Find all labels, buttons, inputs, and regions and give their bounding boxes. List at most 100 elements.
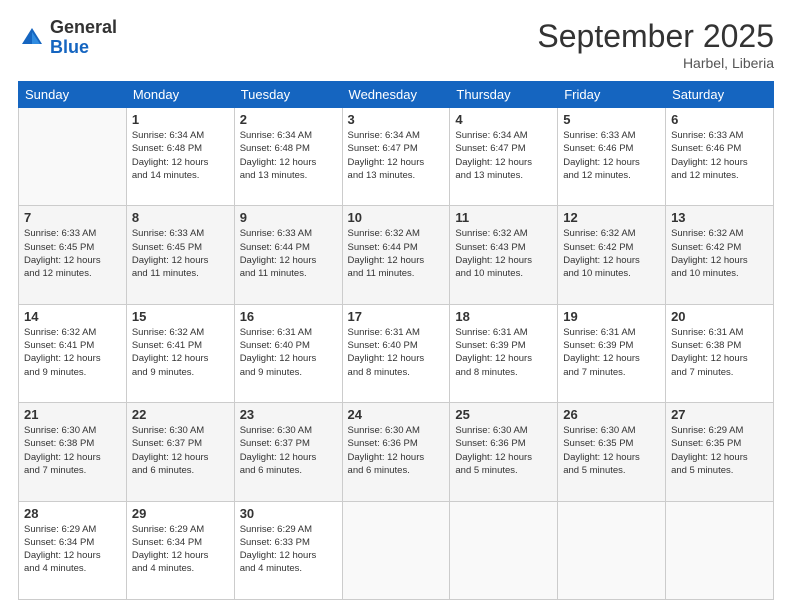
- day-number: 23: [240, 407, 337, 422]
- day-number: 11: [455, 210, 552, 225]
- day-number: 8: [132, 210, 229, 225]
- calendar-header-row: SundayMondayTuesdayWednesdayThursdayFrid…: [19, 82, 774, 108]
- day-info: Sunrise: 6:34 AMSunset: 6:47 PMDaylight:…: [348, 129, 445, 182]
- calendar-cell: 24 Sunrise: 6:30 AMSunset: 6:36 PMDayligh…: [342, 403, 450, 501]
- calendar-week-row: 1Sunrise: 6:34 AMSunset: 6:48 PMDaylight…: [19, 108, 774, 206]
- calendar-header-tuesday: Tuesday: [234, 82, 342, 108]
- day-number: 20: [671, 309, 768, 324]
- day-info: Sunrise: 6:33 AMSunset: 6:45 PMDaylight:…: [132, 227, 229, 280]
- calendar-cell: 17 Sunrise: 6:31 AMSunset: 6:40 PMDayligh…: [342, 304, 450, 402]
- day-info: Sunrise: 6:30 AMSunset: 6:37 PMDaylight:…: [240, 424, 337, 477]
- day-number: 13: [671, 210, 768, 225]
- calendar-week-row: 21Sunrise: 6:30 AMSunset: 6:38 PMDayligh…: [19, 403, 774, 501]
- day-number: 1: [132, 112, 229, 127]
- day-number: 16: [240, 309, 337, 324]
- day-info: Sunrise: 6:32 AMSunset: 6:43 PMDaylight:…: [455, 227, 552, 280]
- day-info: Sunrise: 6:31 AMSunset: 6:39 PMDaylight:…: [455, 326, 552, 379]
- day-info: Sunrise: 6:31 AMSunset: 6:40 PMDaylight:…: [348, 326, 445, 379]
- calendar-cell: [558, 501, 666, 599]
- calendar-cell: 8 Sunrise: 6:33 AMSunset: 6:45 PMDaylight…: [126, 206, 234, 304]
- calendar-header-monday: Monday: [126, 82, 234, 108]
- day-number: 2: [240, 112, 337, 127]
- day-info: Sunrise: 6:30 AMSunset: 6:36 PMDaylight:…: [348, 424, 445, 477]
- day-number: 5: [563, 112, 660, 127]
- day-number: 10: [348, 210, 445, 225]
- month-title: September 2025: [537, 18, 774, 55]
- calendar-week-row: 7 Sunrise: 6:33 AMSunset: 6:45 PMDaylight…: [19, 206, 774, 304]
- header: General Blue September 2025 Harbel, Libe…: [18, 18, 774, 71]
- day-number: 30: [240, 506, 337, 521]
- location: Harbel, Liberia: [537, 55, 774, 71]
- calendar-cell: [342, 501, 450, 599]
- logo-general: General: [50, 18, 117, 38]
- calendar-cell: [666, 501, 774, 599]
- day-number: 6: [671, 112, 768, 127]
- logo-icon: [18, 24, 46, 52]
- day-info: Sunrise: 6:30 AMSunset: 6:37 PMDaylight:…: [132, 424, 229, 477]
- day-number: 17: [348, 309, 445, 324]
- calendar-cell: 12Sunrise: 6:32 AMSunset: 6:42 PMDayligh…: [558, 206, 666, 304]
- calendar-cell: 22Sunrise: 6:30 AMSunset: 6:37 PMDayligh…: [126, 403, 234, 501]
- page: General Blue September 2025 Harbel, Libe…: [0, 0, 792, 612]
- calendar-cell: 29 Sunrise: 6:29 AMSunset: 6:34 PMDayligh…: [126, 501, 234, 599]
- calendar-cell: 1Sunrise: 6:34 AMSunset: 6:48 PMDaylight…: [126, 108, 234, 206]
- calendar-cell: 5 Sunrise: 6:33 AMSunset: 6:46 PMDaylight…: [558, 108, 666, 206]
- calendar-cell: 13 Sunrise: 6:32 AMSunset: 6:42 PMDayligh…: [666, 206, 774, 304]
- calendar-cell: 2Sunrise: 6:34 AMSunset: 6:48 PMDaylight…: [234, 108, 342, 206]
- calendar-cell: 11 Sunrise: 6:32 AMSunset: 6:43 PMDayligh…: [450, 206, 558, 304]
- day-info: Sunrise: 6:33 AMSunset: 6:46 PMDaylight:…: [563, 129, 660, 182]
- calendar-cell: 25Sunrise: 6:30 AMSunset: 6:36 PMDayligh…: [450, 403, 558, 501]
- calendar-cell: 7Sunrise: 6:33 AMSunset: 6:45 PMDaylight…: [19, 206, 127, 304]
- calendar-week-row: 14 Sunrise: 6:32 AMSunset: 6:41 PMDayligh…: [19, 304, 774, 402]
- calendar-cell: 6Sunrise: 6:33 AMSunset: 6:46 PMDaylight…: [666, 108, 774, 206]
- calendar-cell: 4 Sunrise: 6:34 AMSunset: 6:47 PMDaylight…: [450, 108, 558, 206]
- day-number: 19: [563, 309, 660, 324]
- calendar-cell: 30 Sunrise: 6:29 AMSunset: 6:33 PMDayligh…: [234, 501, 342, 599]
- logo-blue: Blue: [50, 38, 117, 58]
- day-info: Sunrise: 6:31 AMSunset: 6:40 PMDaylight:…: [240, 326, 337, 379]
- day-info: Sunrise: 6:34 AMSunset: 6:47 PMDaylight:…: [455, 129, 552, 182]
- calendar-cell: 23 Sunrise: 6:30 AMSunset: 6:37 PMDayligh…: [234, 403, 342, 501]
- day-info: Sunrise: 6:32 AMSunset: 6:44 PMDaylight:…: [348, 227, 445, 280]
- calendar-cell: 15Sunrise: 6:32 AMSunset: 6:41 PMDayligh…: [126, 304, 234, 402]
- day-number: 18: [455, 309, 552, 324]
- calendar-table: SundayMondayTuesdayWednesdayThursdayFrid…: [18, 81, 774, 600]
- day-number: 7: [24, 210, 121, 225]
- day-number: 15: [132, 309, 229, 324]
- day-number: 27: [671, 407, 768, 422]
- calendar-cell: 19 Sunrise: 6:31 AMSunset: 6:39 PMDayligh…: [558, 304, 666, 402]
- calendar-cell: [19, 108, 127, 206]
- day-info: Sunrise: 6:29 AMSunset: 6:34 PMDaylight:…: [132, 523, 229, 576]
- logo-text: General Blue: [50, 18, 117, 58]
- day-number: 21: [24, 407, 121, 422]
- calendar-header-sunday: Sunday: [19, 82, 127, 108]
- day-number: 9: [240, 210, 337, 225]
- calendar-header-thursday: Thursday: [450, 82, 558, 108]
- day-number: 14: [24, 309, 121, 324]
- calendar-cell: 3Sunrise: 6:34 AMSunset: 6:47 PMDaylight…: [342, 108, 450, 206]
- calendar-cell: 28 Sunrise: 6:29 AMSunset: 6:34 PMDayligh…: [19, 501, 127, 599]
- day-info: Sunrise: 6:29 AMSunset: 6:34 PMDaylight:…: [24, 523, 121, 576]
- calendar-cell: 10 Sunrise: 6:32 AMSunset: 6:44 PMDayligh…: [342, 206, 450, 304]
- calendar-cell: [450, 501, 558, 599]
- day-number: 29: [132, 506, 229, 521]
- day-info: Sunrise: 6:33 AMSunset: 6:44 PMDaylight:…: [240, 227, 337, 280]
- day-info: Sunrise: 6:30 AMSunset: 6:35 PMDaylight:…: [563, 424, 660, 477]
- calendar-cell: 16 Sunrise: 6:31 AMSunset: 6:40 PMDayligh…: [234, 304, 342, 402]
- day-info: Sunrise: 6:32 AMSunset: 6:42 PMDaylight:…: [671, 227, 768, 280]
- calendar-cell: 21Sunrise: 6:30 AMSunset: 6:38 PMDayligh…: [19, 403, 127, 501]
- day-number: 25: [455, 407, 552, 422]
- day-info: Sunrise: 6:31 AMSunset: 6:38 PMDaylight:…: [671, 326, 768, 379]
- day-info: Sunrise: 6:31 AMSunset: 6:39 PMDaylight:…: [563, 326, 660, 379]
- calendar-cell: 14 Sunrise: 6:32 AMSunset: 6:41 PMDayligh…: [19, 304, 127, 402]
- calendar-cell: 9 Sunrise: 6:33 AMSunset: 6:44 PMDaylight…: [234, 206, 342, 304]
- day-info: Sunrise: 6:32 AMSunset: 6:41 PMDaylight:…: [24, 326, 121, 379]
- day-info: Sunrise: 6:29 AMSunset: 6:33 PMDaylight:…: [240, 523, 337, 576]
- calendar-cell: 18 Sunrise: 6:31 AMSunset: 6:39 PMDayligh…: [450, 304, 558, 402]
- calendar-week-row: 28 Sunrise: 6:29 AMSunset: 6:34 PMDayligh…: [19, 501, 774, 599]
- calendar-header-friday: Friday: [558, 82, 666, 108]
- day-number: 4: [455, 112, 552, 127]
- day-number: 28: [24, 506, 121, 521]
- day-number: 24: [348, 407, 445, 422]
- day-info: Sunrise: 6:29 AMSunset: 6:35 PMDaylight:…: [671, 424, 768, 477]
